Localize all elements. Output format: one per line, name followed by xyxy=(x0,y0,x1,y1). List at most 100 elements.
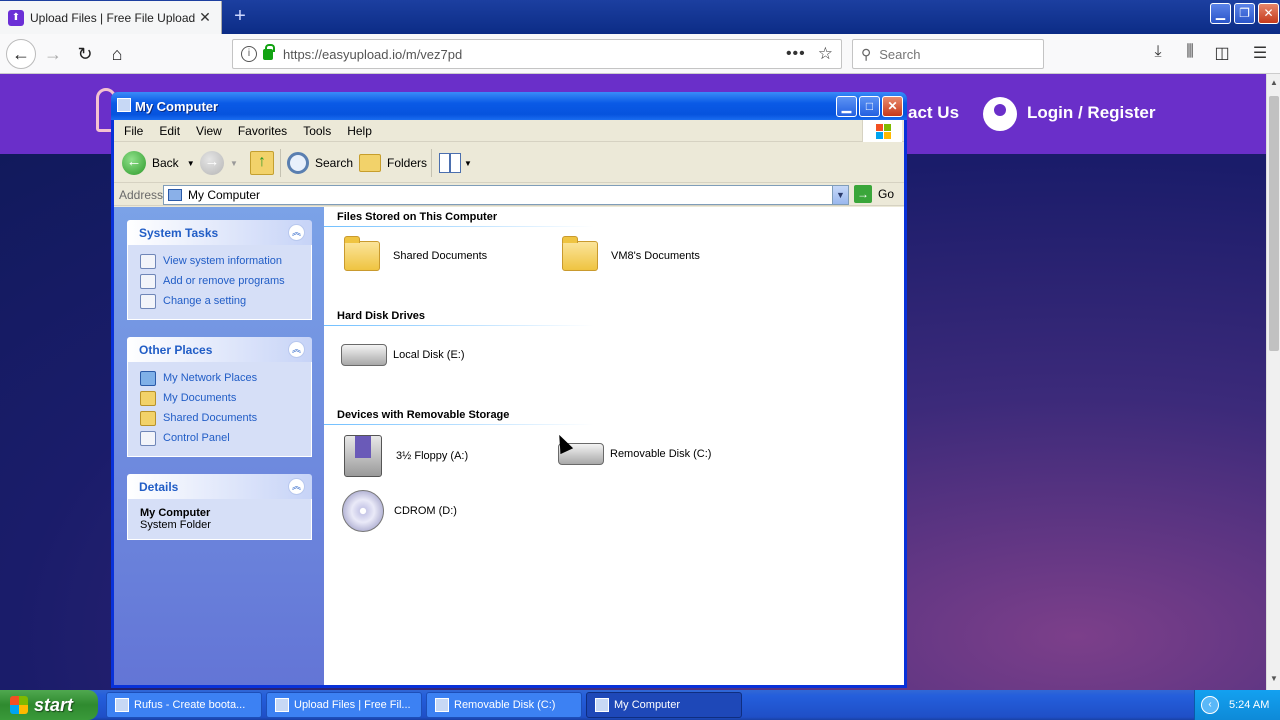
control-panel-icon xyxy=(140,430,156,446)
taskbar-button-my-computer[interactable]: My Computer xyxy=(586,692,742,718)
address-value[interactable]: My Computer xyxy=(188,188,832,202)
go-arrow-icon: → xyxy=(854,185,872,203)
new-tab-button[interactable]: + xyxy=(228,5,252,29)
local-disk-e-item[interactable]: Local Disk (E:) xyxy=(341,344,465,366)
scroll-up-icon[interactable]: ▲ xyxy=(1267,76,1280,90)
taskbar-button-rufus[interactable]: Rufus - Create boota... xyxy=(106,692,262,718)
start-button[interactable]: start xyxy=(0,690,98,720)
menu-hamburger-icon[interactable]: ☰ xyxy=(1249,43,1271,65)
sidebar-icon[interactable]: ◫ xyxy=(1211,43,1233,65)
lock-icon xyxy=(263,43,275,60)
task-change-setting[interactable]: Change a setting xyxy=(140,291,311,311)
place-my-documents[interactable]: My Documents xyxy=(140,388,311,408)
url-text[interactable]: https://easyupload.io/m/vez7pd xyxy=(283,47,786,62)
back-button[interactable]: ← Back ▼ xyxy=(122,148,195,178)
browser-search-input[interactable] xyxy=(879,46,1030,62)
network-places-icon xyxy=(140,370,156,386)
task-view-system-info[interactable]: View system information xyxy=(140,251,311,271)
window-maximize-button[interactable]: □ xyxy=(859,96,880,117)
downloads-icon[interactable]: ⤓ xyxy=(1147,43,1169,65)
panel-body: My Network Places My Documents Shared Do… xyxy=(127,362,312,457)
library-icon[interactable]: ⫼ xyxy=(1179,43,1201,65)
cdrom-d-item[interactable]: CDROM (D:) xyxy=(342,490,457,532)
browser-minimize-button[interactable]: ▁ xyxy=(1210,3,1231,24)
window-title-bar[interactable]: My Computer ▁ □ ✕ xyxy=(111,92,907,120)
vm8-documents-item[interactable]: VM8's Documents xyxy=(562,236,700,271)
browser-close-button[interactable]: ✕ xyxy=(1258,3,1279,24)
browser-restore-button[interactable]: ❐ xyxy=(1234,3,1255,24)
menu-edit[interactable]: Edit xyxy=(151,124,188,138)
search-label: Search xyxy=(315,156,354,170)
views-icon xyxy=(439,153,461,173)
menu-tools[interactable]: Tools xyxy=(295,124,339,138)
explorer-toolbar: ← Back ▼ → ▼ ↑ Search Folders ▼ xyxy=(114,143,904,183)
menu-help[interactable]: Help xyxy=(339,124,380,138)
back-arrow-icon[interactable]: ← xyxy=(6,39,36,69)
chevron-down-icon[interactable]: ▼ xyxy=(230,159,238,168)
group-divider xyxy=(324,226,594,227)
task-add-remove-programs[interactable]: Add or remove programs xyxy=(140,271,311,291)
details-panel: Details ︽ My Computer System Folder xyxy=(127,474,312,540)
scroll-down-icon[interactable]: ▼ xyxy=(1267,672,1280,686)
address-field[interactable]: My Computer ▼ xyxy=(163,185,849,205)
browser-tab-bar: ⬆ Upload Files | Free File Upload and ✕ … xyxy=(0,0,1280,34)
shared-documents-item[interactable]: Shared Documents xyxy=(344,236,487,271)
task-label: View system information xyxy=(163,255,283,267)
chevron-down-icon: ▼ xyxy=(464,158,472,168)
taskbar-button-firefox[interactable]: Upload Files | Free Fil... xyxy=(266,692,422,718)
bookmark-star-icon[interactable]: ☆ xyxy=(818,44,833,64)
page-scrollbar[interactable]: ▲ ▼ xyxy=(1266,74,1280,690)
page-actions-icon[interactable]: ••• xyxy=(786,45,806,63)
menu-file[interactable]: File xyxy=(116,124,151,138)
browser-search-box[interactable]: ⚲ xyxy=(852,39,1044,69)
reload-icon[interactable]: ↻ xyxy=(72,42,98,68)
home-icon[interactable]: ⌂ xyxy=(104,42,130,68)
browser-tab[interactable]: ⬆ Upload Files | Free File Upload and ✕ xyxy=(0,1,222,34)
collapse-chevron-icon[interactable]: ︽ xyxy=(288,341,305,358)
system-tray: ‹ 5:24 AM xyxy=(1194,690,1280,720)
forward-arrow-icon[interactable]: → xyxy=(40,42,66,68)
panel-header[interactable]: System Tasks ︽ xyxy=(127,220,312,245)
panel-header[interactable]: Other Places ︽ xyxy=(127,337,312,362)
chevron-down-icon[interactable]: ▼ xyxy=(187,159,195,168)
removable-disk-c-item[interactable]: Removable Disk (C:) xyxy=(558,443,711,465)
computer-icon xyxy=(595,698,609,712)
window-minimize-button[interactable]: ▁ xyxy=(836,96,857,117)
panel-title: Details xyxy=(139,479,179,494)
collapse-chevron-icon[interactable]: ︽ xyxy=(288,224,305,241)
go-label: Go xyxy=(878,187,895,201)
search-button[interactable]: Search xyxy=(287,148,353,178)
collapse-chevron-icon[interactable]: ︽ xyxy=(288,478,305,495)
forward-button[interactable]: → ▼ xyxy=(200,148,238,178)
folder-up-icon: ↑ xyxy=(250,151,274,175)
start-label: start xyxy=(34,694,74,715)
clock[interactable]: 5:24 AM xyxy=(1229,699,1269,711)
panel-header[interactable]: Details ︽ xyxy=(127,474,312,499)
menu-view[interactable]: View xyxy=(188,124,230,138)
address-dropdown-icon[interactable]: ▼ xyxy=(832,186,848,204)
floppy-a-item[interactable]: 3½ Floppy (A:) xyxy=(344,435,468,477)
window-close-button[interactable]: ✕ xyxy=(882,96,903,117)
details-type: System Folder xyxy=(140,519,211,531)
go-button[interactable]: → Go xyxy=(854,185,894,203)
group-header-removable: Devices with Removable Storage xyxy=(337,409,510,421)
site-contact-link[interactable]: act Us xyxy=(908,103,959,123)
place-label: My Network Places xyxy=(163,372,258,384)
show-hidden-icons-chevron-icon[interactable]: ‹ xyxy=(1201,696,1219,714)
address-label: Address xyxy=(119,187,164,202)
folders-button[interactable]: Folders xyxy=(359,148,427,178)
url-bar[interactable]: i https://easyupload.io/m/vez7pd ••• ☆ xyxy=(232,39,842,69)
place-shared-documents[interactable]: Shared Documents xyxy=(140,408,311,428)
site-login-link[interactable]: Login / Register xyxy=(1027,103,1155,123)
up-folder-button[interactable]: ↑ xyxy=(250,148,274,178)
views-button[interactable]: ▼ xyxy=(439,148,472,178)
place-my-network-places[interactable]: My Network Places xyxy=(140,368,311,388)
info-icon[interactable]: i xyxy=(241,46,257,62)
scroll-thumb[interactable] xyxy=(1269,96,1279,351)
menu-favorites[interactable]: Favorites xyxy=(230,124,295,138)
tab-close-icon[interactable]: ✕ xyxy=(197,9,213,26)
user-avatar-icon[interactable] xyxy=(983,97,1017,131)
place-control-panel[interactable]: Control Panel xyxy=(140,428,311,448)
taskbar-button-removable-disk[interactable]: Removable Disk (C:) xyxy=(426,692,582,718)
computer-icon xyxy=(168,189,182,201)
